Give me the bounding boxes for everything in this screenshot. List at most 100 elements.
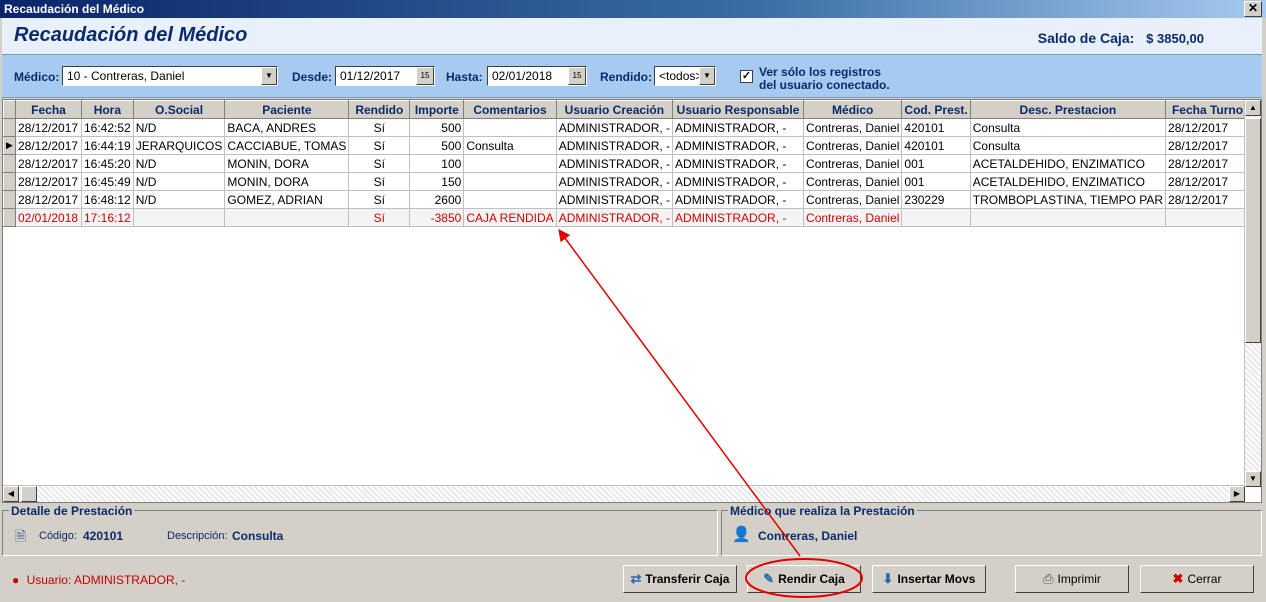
desde-date-input[interactable]: 01/12/2017 15	[335, 66, 435, 86]
table-cell: 420101	[901, 118, 971, 137]
table-cell: -3850	[409, 208, 465, 227]
solo-usuario-checkbox[interactable]: ✓	[740, 70, 753, 83]
rendir-caja-button[interactable]: ✎ Rendir Caja	[747, 565, 861, 593]
table-cell: 28/12/2017	[15, 136, 82, 155]
table-cell: GOMEZ, ADRIAN	[224, 190, 350, 209]
column-header[interactable]: Cod. Prest.	[901, 100, 971, 119]
table-cell: 500	[409, 136, 465, 155]
table-cell: ACETALDEHIDO, ENZIMATICO	[969, 172, 1167, 191]
desde-date-value: 01/12/2017	[340, 69, 401, 83]
calendar-icon[interactable]: 15	[568, 67, 586, 85]
medico-select[interactable]: 10 - Contreras, Daniel ▼	[62, 66, 278, 86]
table-cell: MONIN, DORA	[224, 154, 350, 173]
column-header[interactable]: Paciente	[224, 100, 350, 119]
chevron-down-icon[interactable]: ▼	[261, 67, 277, 85]
row-indicator[interactable]	[3, 172, 16, 191]
calendar-icon[interactable]: 15	[416, 67, 434, 85]
chevron-down-icon[interactable]: ▼	[699, 67, 715, 85]
saldo-value: $ 3850,00	[1146, 31, 1204, 46]
user-icon: ●	[12, 573, 20, 587]
table-cell	[463, 190, 557, 209]
column-header[interactable]: Comentarios	[463, 100, 557, 119]
row-indicator[interactable]	[3, 154, 16, 173]
window-titlebar: Recaudación del Médico ✕	[0, 0, 1266, 18]
table-row[interactable]: 28/12/2017 16:45:20 N/D MONIN, DORA Sí 1…	[3, 154, 1251, 173]
table-row[interactable]: ▶ 28/12/2017 16:44:19 JERARQUICOS CACCIA…	[3, 136, 1251, 155]
rendido-select[interactable]: <todos> ▼	[654, 66, 716, 86]
table-cell	[463, 118, 557, 137]
column-header[interactable]: O.Social	[132, 100, 226, 119]
column-header[interactable]: Desc. Prestacion	[969, 100, 1167, 119]
table-cell	[132, 208, 226, 227]
column-header[interactable]: Fecha Turno	[1165, 100, 1251, 119]
transfer-icon: ⇄	[630, 571, 642, 586]
table-row[interactable]: 28/12/2017 16:42:52 N/D BACA, ANDRES Sí …	[3, 118, 1251, 137]
column-header[interactable]: Fecha	[15, 100, 82, 119]
table-cell: 16:45:49	[81, 172, 134, 191]
transferir-caja-button[interactable]: ⇄ Transferir Caja	[623, 565, 737, 593]
scroll-right-icon[interactable]: ▶	[1229, 486, 1245, 502]
column-header[interactable]: Importe	[409, 100, 465, 119]
row-indicator[interactable]	[3, 190, 16, 209]
rendir-caja-label: Rendir Caja	[778, 572, 845, 586]
table-cell: 02/01/2018	[15, 208, 82, 227]
status-user-label: Usuario: ADMINISTRADOR, -	[26, 573, 186, 587]
horizontal-scrollbar[interactable]: ◀ ▶	[3, 485, 1245, 502]
table-row[interactable]: 28/12/2017 16:45:49 N/D MONIN, DORA Sí 1…	[3, 172, 1251, 191]
insertar-movs-button[interactable]: ⬇ Insertar Movs	[872, 565, 986, 593]
table-cell: N/D	[132, 118, 226, 137]
scroll-up-icon[interactable]: ▲	[1245, 100, 1261, 116]
table-cell: ADMINISTRADOR, -	[672, 154, 805, 173]
column-header[interactable]: Usuario Creación	[555, 100, 674, 119]
cerrar-label: Cerrar	[1187, 572, 1222, 586]
codigo-label: Código:	[39, 530, 77, 542]
imprimir-button[interactable]: ⎙ Imprimir	[1015, 565, 1129, 593]
column-header[interactable]: Hora	[81, 100, 134, 119]
close-icon: ✖	[1172, 571, 1184, 586]
cerrar-button[interactable]: ✖ Cerrar	[1140, 565, 1254, 593]
recaudacion-grid[interactable]: Fecha Hora O.Social Paciente Rendido Imp…	[2, 99, 1262, 503]
table-row[interactable]: 28/12/2017 16:48:12 N/D GOMEZ, ADRIAN Sí…	[3, 190, 1251, 209]
table-cell: 16:44:19	[81, 136, 134, 155]
table-cell: Contreras, Daniel	[803, 172, 903, 191]
column-header[interactable]: Rendido	[348, 100, 411, 119]
table-cell: ADMINISTRADOR, -	[672, 118, 805, 137]
table-cell: 001	[901, 154, 971, 173]
column-header[interactable]: Médico	[803, 100, 903, 119]
table-cell	[463, 172, 557, 191]
window-close-button[interactable]: ✕	[1244, 1, 1262, 17]
table-row-caja-rendida[interactable]: 02/01/2018 17:16:12 Sí -3850 CAJA RENDID…	[3, 208, 1251, 227]
table-cell: MONIN, DORA	[224, 172, 350, 191]
current-row-indicator[interactable]: ▶	[3, 136, 16, 155]
table-cell: Sí	[348, 190, 411, 209]
vertical-scroll-thumb[interactable]	[1245, 118, 1261, 343]
rendido-select-value: <todos>	[659, 69, 703, 83]
hasta-label: Hasta:	[446, 70, 483, 84]
table-cell: 16:42:52	[81, 118, 134, 137]
table-cell: 16:45:20	[81, 154, 134, 173]
horizontal-scroll-thumb[interactable]	[21, 486, 37, 502]
detalle-prestacion-panel: Detalle de Prestación 🗎 Código: 420101 D…	[2, 504, 718, 556]
desde-label: Desde:	[292, 70, 333, 84]
row-indicator[interactable]	[3, 118, 16, 137]
table-cell: N/D	[132, 172, 226, 191]
table-cell: Consulta	[463, 136, 557, 155]
table-cell: Contreras, Daniel	[803, 190, 903, 209]
row-indicator[interactable]	[3, 208, 16, 227]
table-cell: N/D	[132, 154, 226, 173]
descripcion-value: Consulta	[232, 529, 284, 543]
vertical-scrollbar[interactable]: ▲ ▼	[1244, 100, 1261, 487]
hasta-date-input[interactable]: 02/01/2018 15	[487, 66, 587, 86]
medico-prestacion-title: Médico que realiza la Prestación	[728, 504, 917, 518]
scroll-left-icon[interactable]: ◀	[3, 486, 19, 502]
table-cell: 230229	[901, 190, 971, 209]
scroll-down-icon[interactable]: ▼	[1245, 471, 1261, 487]
filter-bar: Médico: 10 - Contreras, Daniel ▼ Desde: …	[2, 54, 1262, 98]
table-cell: ADMINISTRADOR, -	[672, 208, 805, 227]
column-header[interactable]: Usuario Responsable	[672, 100, 805, 119]
table-cell: Consulta	[969, 118, 1167, 137]
hasta-date-value: 02/01/2018	[492, 69, 553, 83]
table-cell: Contreras, Daniel	[803, 154, 903, 173]
descripcion-label: Descripción:	[167, 530, 228, 542]
medico-label: Médico:	[14, 70, 60, 84]
